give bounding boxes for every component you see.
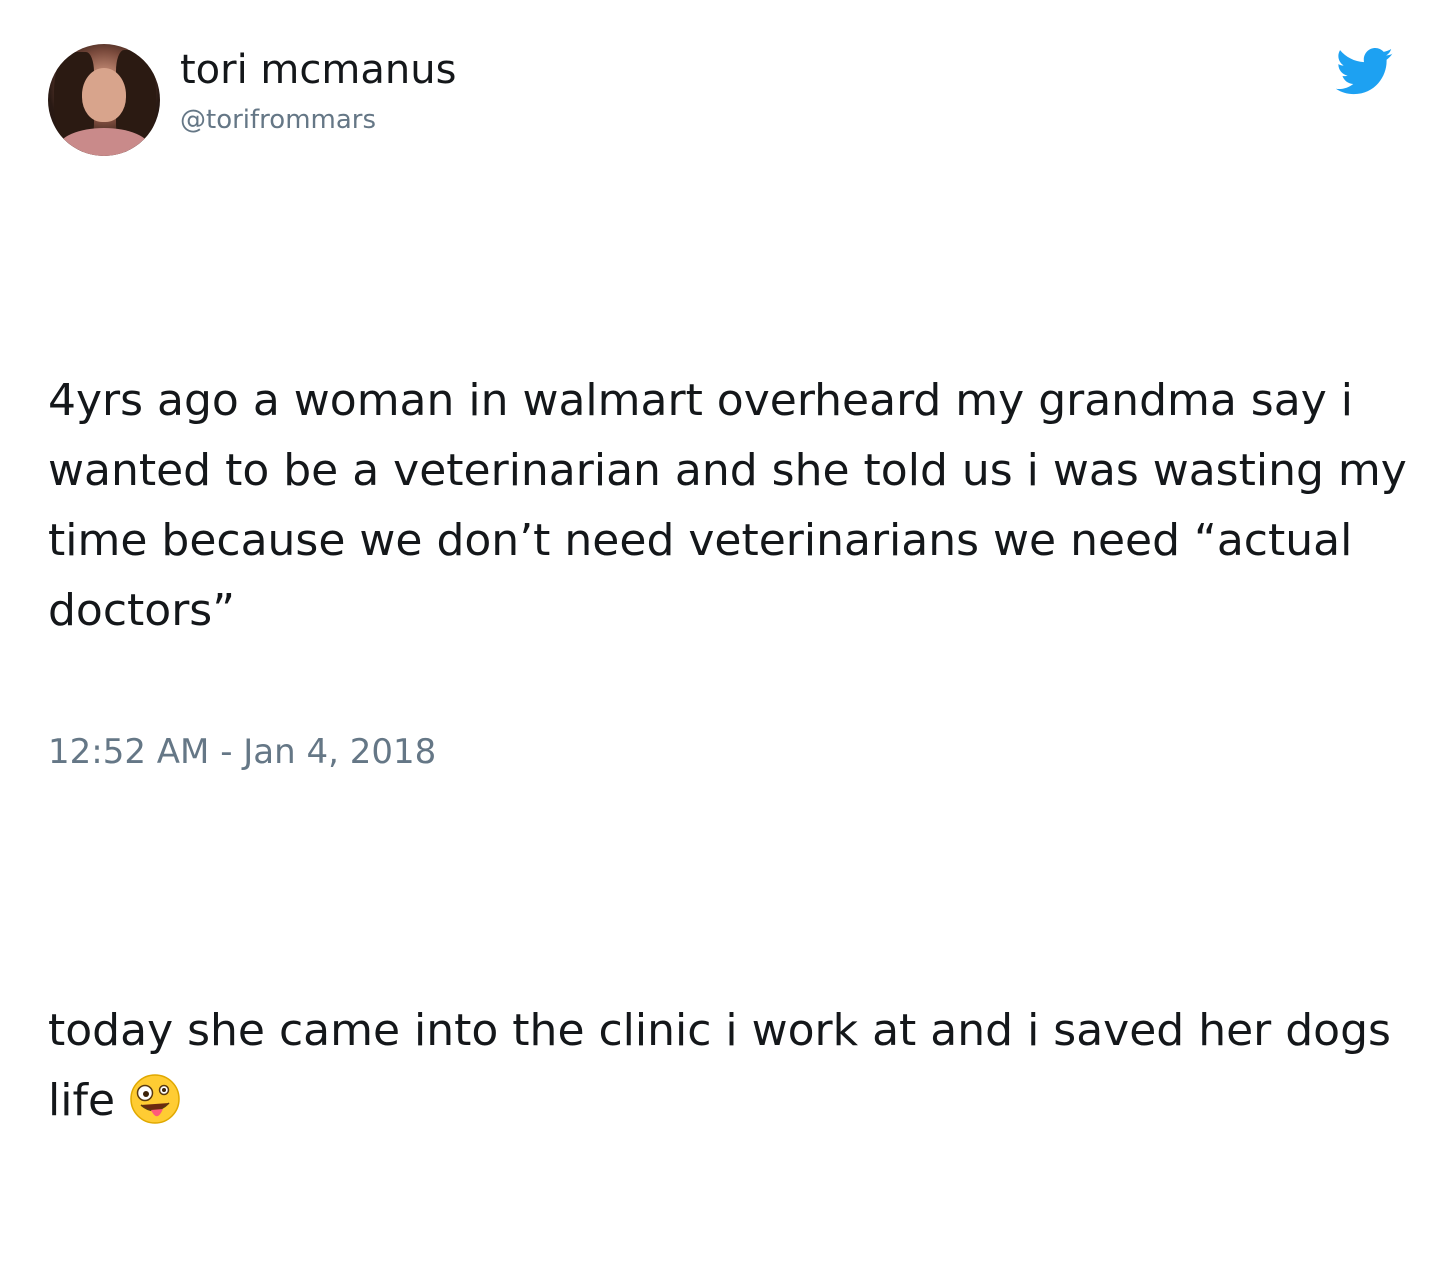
tweet-timestamp[interactable]: 12:52 AM - Jan 4, 2018: [48, 730, 436, 774]
tweet-paragraph-1: 4yrs ago a woman in walmart overheard my…: [48, 375, 1421, 636]
twitter-bird-icon[interactable]: [1336, 48, 1394, 96]
tweet-card: tori mcmanus @torifrommars 4yrs ago a wo…: [0, 0, 1450, 1126]
zany-face-emoji-icon: [130, 1074, 180, 1124]
tweet-paragraph-2-text: today she came into the clinic i work at…: [48, 1005, 1405, 1126]
user-handle[interactable]: @torifrommars: [180, 104, 376, 136]
display-name[interactable]: tori mcmanus: [180, 46, 456, 94]
avatar[interactable]: [48, 44, 160, 156]
tweet-paragraph-2: today she came into the clinic i work at…: [48, 996, 1418, 1136]
